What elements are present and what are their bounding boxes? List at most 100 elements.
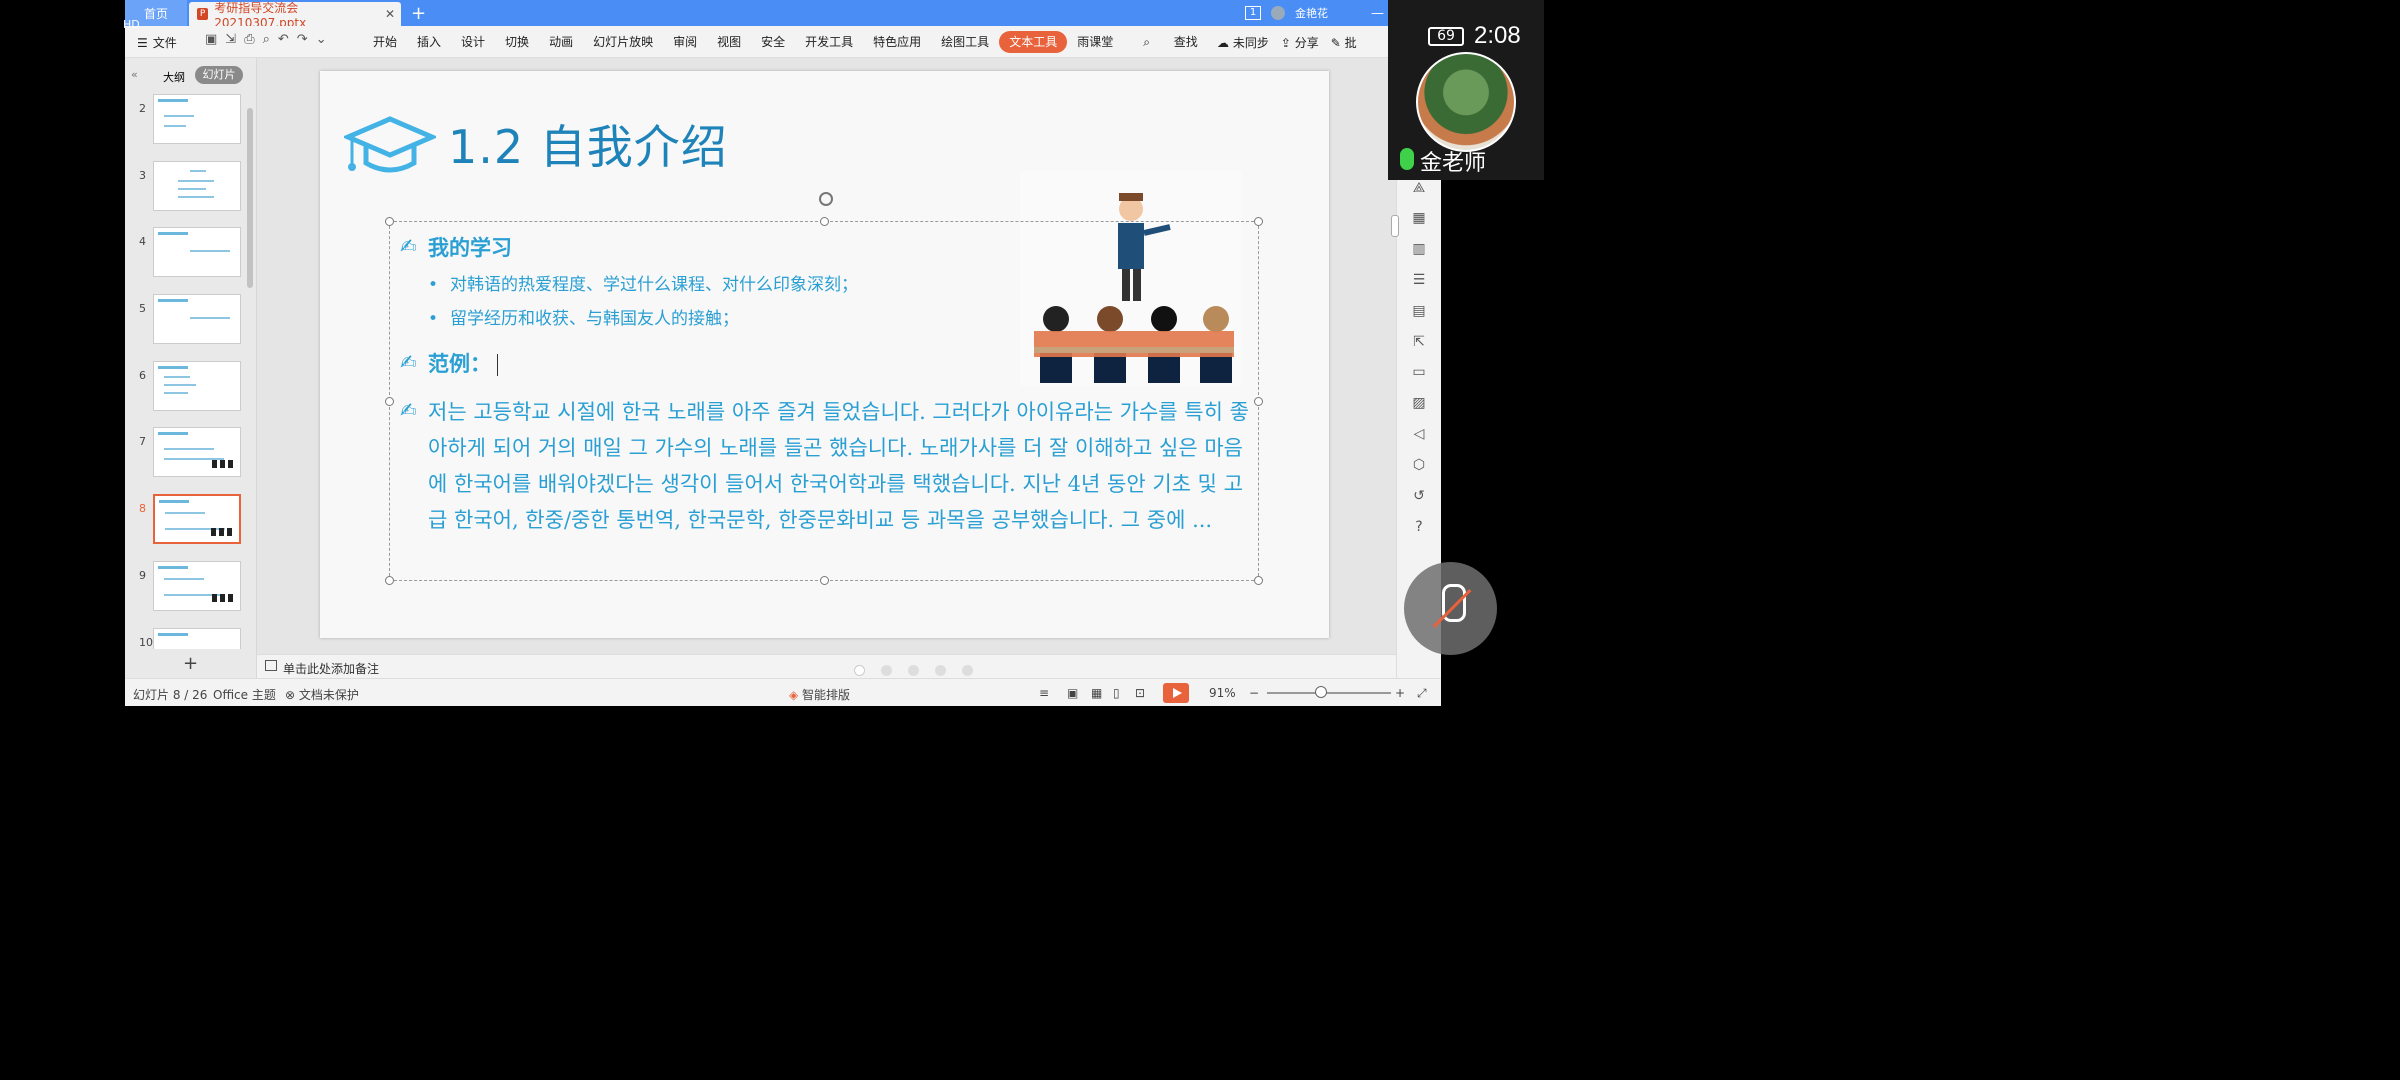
menu-slideshow[interactable]: 幻灯片放映 bbox=[583, 31, 663, 53]
slide-title[interactable]: 1.2 自我介绍 bbox=[448, 111, 728, 177]
archive-icon[interactable]: ▭ bbox=[1411, 364, 1427, 380]
resize-handle[interactable] bbox=[1254, 217, 1263, 226]
page-dot[interactable] bbox=[935, 665, 946, 676]
add-slide-icon[interactable]: + bbox=[183, 653, 198, 674]
menu-developer[interactable]: 开发工具 bbox=[795, 31, 863, 53]
page-dot[interactable] bbox=[962, 665, 973, 676]
close-tab-icon[interactable]: ✕ bbox=[385, 7, 395, 21]
thumbnail-row[interactable]: 5 bbox=[125, 294, 257, 348]
thumbnail-row-selected[interactable]: 8 bbox=[125, 494, 257, 548]
fit-icon[interactable]: ⊡ bbox=[1135, 686, 1145, 700]
thumbnail-row[interactable]: 6 bbox=[125, 361, 257, 415]
image-icon[interactable]: ▨ bbox=[1411, 395, 1427, 411]
preview-icon[interactable]: ⌕ bbox=[263, 32, 270, 47]
shield-icon[interactable]: ⬡ bbox=[1411, 457, 1427, 473]
thumbnail-card[interactable] bbox=[153, 427, 241, 477]
thumbnail-card[interactable] bbox=[153, 561, 241, 611]
export-share-icon[interactable]: ⇱ bbox=[1411, 334, 1427, 350]
content-textbox[interactable]: ✍ 我的学习 • 对韩语的热爱程度、学过什么课程、对什么印象深刻； • 留学经历和收… bbox=[385, 192, 1263, 585]
share-button[interactable]: ⇪ 分享 bbox=[1281, 34, 1319, 51]
thumbnail-card[interactable] bbox=[153, 361, 241, 411]
comment-button[interactable]: ✎ 批 bbox=[1331, 34, 1357, 51]
resize-handle[interactable] bbox=[1254, 576, 1263, 585]
menu-rain-classroom[interactable]: 雨课堂 bbox=[1067, 31, 1123, 53]
audio-icon[interactable]: ◁ bbox=[1411, 426, 1427, 442]
thumbnail-card[interactable] bbox=[153, 294, 241, 344]
rotate-handle-icon[interactable] bbox=[819, 192, 833, 206]
file-menu[interactable]: ☰ 文件 bbox=[137, 34, 177, 51]
smart-layout-button[interactable]: ◈ 智能排版 bbox=[789, 686, 850, 703]
play-slideshow-button[interactable] bbox=[1163, 683, 1189, 703]
settings-sliders-icon[interactable]: ☰ bbox=[1411, 272, 1427, 288]
resize-handle[interactable] bbox=[1254, 397, 1263, 406]
thumbnail-row[interactable]: 2 bbox=[125, 94, 257, 148]
save-icon[interactable]: ▣ bbox=[205, 32, 217, 47]
menu-review[interactable]: 审阅 bbox=[663, 31, 707, 53]
window-count-badge[interactable]: 1 bbox=[1245, 6, 1261, 20]
menu-animation[interactable]: 动画 bbox=[539, 31, 583, 53]
menu-text-tools[interactable]: 文本工具 bbox=[999, 31, 1068, 53]
normal-view-icon[interactable]: ▣ bbox=[1067, 686, 1078, 700]
minimize-icon[interactable]: — bbox=[1371, 0, 1384, 26]
tab-outline[interactable]: 大纲 bbox=[163, 69, 185, 85]
sorter-view-icon[interactable]: ▦ bbox=[1091, 686, 1102, 700]
thumbnail-row[interactable]: 4 bbox=[125, 227, 257, 281]
page-dot[interactable] bbox=[854, 665, 865, 676]
thumbnail-card[interactable] bbox=[153, 94, 241, 144]
page-dot[interactable] bbox=[908, 665, 919, 676]
resize-handle[interactable] bbox=[385, 397, 394, 406]
menu-features[interactable]: 特色应用 bbox=[863, 31, 931, 53]
page-dot[interactable] bbox=[881, 665, 892, 676]
undo-icon[interactable]: ↶ bbox=[278, 32, 289, 47]
protect-status[interactable]: ⊗ 文档未保护 bbox=[285, 686, 359, 703]
zoom-slider-track[interactable] bbox=[1267, 692, 1391, 694]
thumbnail-card[interactable] bbox=[153, 227, 241, 277]
zoom-in-icon[interactable]: + bbox=[1395, 686, 1405, 700]
korean-example-text[interactable]: 저는 고등학교 시절에 한국 노래를 아주 즐겨 들었습니다. 그러다가 아이유… bbox=[428, 394, 1254, 538]
tab-slides[interactable]: 幻灯片 bbox=[195, 66, 243, 84]
new-tab-icon[interactable]: + bbox=[411, 3, 426, 24]
menu-transition[interactable]: 切换 bbox=[495, 31, 539, 53]
fullscreen-icon[interactable]: ⤢ bbox=[1417, 686, 1427, 701]
theme-name[interactable]: Office 主题 bbox=[213, 686, 276, 703]
menu-security[interactable]: 安全 bbox=[751, 31, 795, 53]
notes-placeholder[interactable]: 单击此处添加备注 bbox=[283, 660, 379, 677]
shape-icon[interactable]: ⟁ bbox=[1411, 180, 1427, 196]
slide[interactable]: 1.2 自我介绍 ✍ 我的学习 • 对韩语的热爱程度、学过什么课程、对什么印象深… bbox=[320, 71, 1329, 638]
thumbnail-row[interactable]: 9 bbox=[125, 561, 257, 615]
menu-drawing-tools[interactable]: 绘图工具 bbox=[931, 31, 999, 53]
list-view-icon[interactable]: ≡ bbox=[1039, 686, 1049, 700]
grid-icon[interactable]: ▦ bbox=[1411, 210, 1427, 226]
resize-handle[interactable] bbox=[385, 217, 394, 226]
thumbnail-row[interactable]: 7 bbox=[125, 427, 257, 481]
print-icon[interactable]: ⎙ bbox=[244, 32, 254, 47]
thumbnail-row[interactable]: 10 bbox=[125, 628, 257, 649]
menu-view[interactable]: 视图 bbox=[707, 31, 751, 53]
history-icon[interactable]: ↺ bbox=[1411, 488, 1427, 504]
canvas-scrollbar[interactable] bbox=[1391, 215, 1399, 237]
reading-view-icon[interactable]: ▯ bbox=[1113, 686, 1120, 700]
panel-scrollbar[interactable] bbox=[247, 108, 253, 288]
zoom-slider-handle[interactable] bbox=[1315, 686, 1327, 698]
menu-find[interactable]: ⌕ 查找 bbox=[1123, 31, 1218, 53]
redo-icon[interactable]: ↷ bbox=[297, 32, 308, 47]
user-name[interactable]: 金艳花 bbox=[1295, 5, 1328, 21]
menu-design[interactable]: 设计 bbox=[451, 31, 495, 53]
gallery-icon[interactable]: ▤ bbox=[1411, 303, 1427, 319]
menu-insert[interactable]: 插入 bbox=[407, 31, 451, 53]
thumbnail-row[interactable]: 3 bbox=[125, 161, 257, 215]
user-avatar[interactable] bbox=[1271, 6, 1285, 20]
zoom-level[interactable]: 91% bbox=[1209, 686, 1236, 700]
resize-handle[interactable] bbox=[820, 217, 829, 226]
resize-handle[interactable] bbox=[385, 576, 394, 585]
sync-button[interactable]: ☁ 未同步 bbox=[1217, 34, 1269, 51]
customize-icon[interactable]: ⌄ bbox=[316, 32, 327, 47]
resize-handle[interactable] bbox=[820, 576, 829, 585]
thumbnail-card[interactable] bbox=[153, 494, 241, 544]
notes-bar[interactable]: 单击此处添加备注 bbox=[257, 654, 1396, 678]
collapse-panel-icon[interactable]: « bbox=[131, 68, 138, 81]
tab-document[interactable]: P 考研指导交流会20210307.pptx ✕ bbox=[189, 1, 401, 30]
chart-icon[interactable]: ▥ bbox=[1411, 241, 1427, 257]
export-icon[interactable]: ⇲ bbox=[225, 32, 236, 47]
thumbnail-card[interactable] bbox=[153, 628, 241, 649]
